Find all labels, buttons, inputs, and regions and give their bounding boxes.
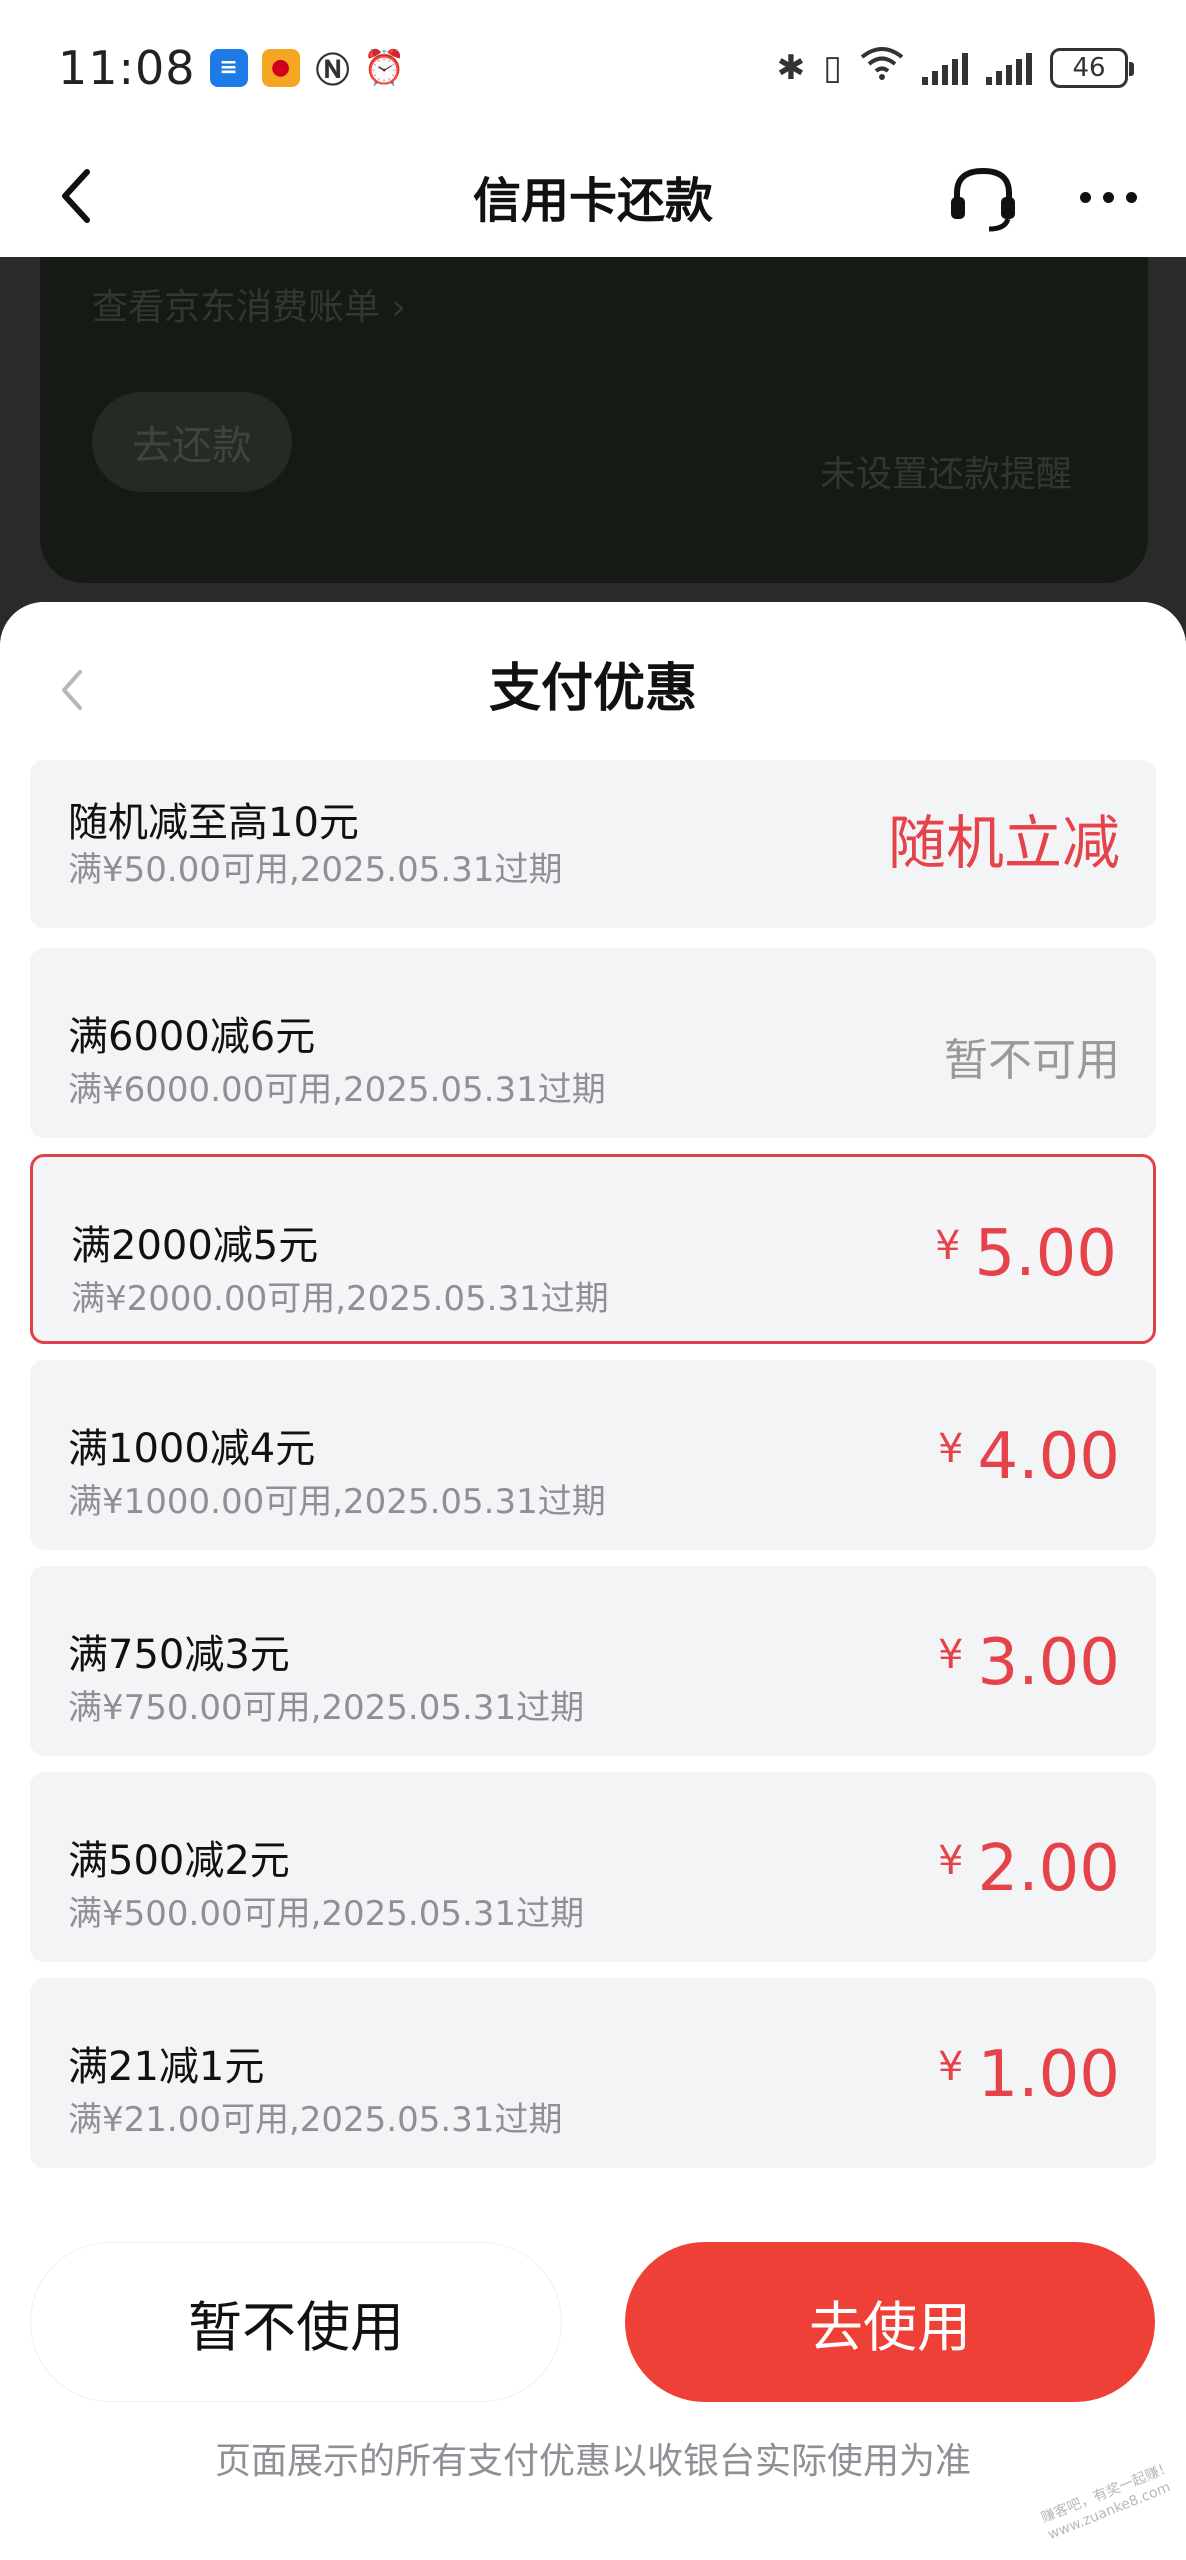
coupon-action: 随机立减 — [887, 809, 1120, 877]
coupon-desc: 满¥2000.00可用,2025.05.31过期 — [71, 1279, 609, 1319]
alarm-icon: ⏰ — [363, 47, 406, 88]
currency-symbol: ¥ — [938, 1426, 964, 1472]
coupon-item-750[interactable]: 满750减3元 满¥750.00可用,2025.05.31过期 ¥ 3.00 — [30, 1566, 1156, 1756]
back-button[interactable] — [40, 161, 110, 231]
coupon-amount-value: 5.00 — [974, 1217, 1118, 1291]
coupon-item-21[interactable]: 满21减1元 满¥21.00可用,2025.05.31过期 ¥ 1.00 — [30, 1978, 1156, 2168]
more-dot-icon — [1126, 191, 1137, 203]
customer-service-button[interactable] — [945, 163, 1021, 233]
payment-discount-sheet: 支付优惠 随机减至高10元 满¥50.00可用,2025.05.31过期 随机立… — [0, 602, 1186, 2560]
coupon-amount: ¥ 1.00 — [938, 2038, 1120, 2112]
currency-symbol: ¥ — [938, 1632, 964, 1678]
coupon-amount-value: 2.00 — [977, 1832, 1121, 1906]
coupon-desc: 满¥6000.00可用,2025.05.31过期 — [68, 1070, 606, 1110]
coupon-desc: 满¥750.00可用,2025.05.31过期 — [68, 1688, 585, 1728]
app-notification-icon: ≡ — [209, 48, 248, 87]
use-discount-button[interactable]: 去使用 — [625, 2242, 1155, 2402]
page-title: 信用卡还款 — [472, 173, 713, 229]
coupon-name: 满6000减6元 — [68, 1014, 316, 1060]
footer-note: 页面展示的所有支付优惠以收银台实际使用为准 — [214, 2441, 971, 2482]
coupon-name: 满750减3元 — [68, 1632, 290, 1678]
coupon-amount: ¥ 3.00 — [938, 1626, 1120, 1700]
vibrate-icon: ▯ — [823, 47, 842, 88]
coupon-amount-value: 1.00 — [977, 2038, 1121, 2112]
nav-bar: 信用卡还款 — [0, 135, 1186, 257]
coupon-name: 随机减至高10元 — [68, 800, 359, 846]
status-bar: 11:08 ≡ ● Ⓝ ⏰ ✱ ▯ 46 — [0, 0, 1186, 135]
coupon-amount-value: 3.00 — [977, 1626, 1121, 1700]
wifi-icon — [860, 45, 904, 90]
page: 11:08 ≡ ● Ⓝ ⏰ ✱ ▯ 46 信用卡还款 查看京东消费账单 › 去还… — [0, 0, 1186, 2560]
chevron-left-icon — [62, 169, 90, 223]
coupon-item-random[interactable]: 随机减至高10元 满¥50.00可用,2025.05.31过期 随机立减 — [30, 760, 1156, 928]
coupon-desc: 满¥500.00可用,2025.05.31过期 — [68, 1894, 585, 1934]
bluetooth-icon: ✱ — [776, 47, 806, 88]
coupon-name: 满21减1元 — [68, 2044, 265, 2090]
status-time: 11:08 — [58, 40, 196, 95]
coupon-item-500[interactable]: 满500减2元 满¥500.00可用,2025.05.31过期 ¥ 2.00 — [30, 1772, 1156, 1962]
bill-link: 查看京东消费账单 › — [92, 287, 406, 328]
skip-discount-button[interactable]: 暂不使用 — [30, 2242, 562, 2402]
coupon-amount: ¥ 5.00 — [935, 1217, 1117, 1291]
signal-icon-1 — [922, 51, 968, 85]
weibo-icon: ● — [261, 48, 300, 87]
currency-symbol: ¥ — [938, 1838, 964, 1884]
coupon-amount-value: 4.00 — [977, 1420, 1121, 1494]
coupon-name: 满1000减4元 — [68, 1426, 316, 1472]
coupon-item-2000[interactable]: 满2000减5元 满¥2000.00可用,2025.05.31过期 ¥ 5.00 — [30, 1154, 1156, 1344]
more-dot-icon — [1103, 191, 1114, 203]
coupon-name: 满2000减5元 — [71, 1223, 319, 1269]
battery-icon: 46 — [1050, 47, 1134, 88]
headset-icon — [951, 167, 1015, 232]
reminder-text: 未设置还款提醒 — [820, 454, 1073, 495]
coupon-unavailable-label: 暂不可用 — [944, 1035, 1120, 1086]
signal-icon-2 — [986, 51, 1032, 85]
coupon-desc: 满¥50.00可用,2025.05.31过期 — [68, 850, 563, 890]
coupon-desc: 满¥1000.00可用,2025.05.31过期 — [68, 1482, 606, 1522]
nfc-icon: Ⓝ — [315, 51, 350, 91]
battery-level: 46 — [1072, 52, 1106, 83]
coupon-name: 满500减2元 — [68, 1838, 290, 1884]
sheet-title: 支付优惠 — [488, 659, 697, 719]
more-button[interactable] — [1080, 175, 1150, 219]
coupon-amount: ¥ 2.00 — [938, 1832, 1120, 1906]
sheet-header: 支付优惠 — [0, 602, 1186, 774]
coupon-desc: 满¥21.00可用,2025.05.31过期 — [68, 2100, 563, 2140]
coupon-item-1000[interactable]: 满1000减4元 满¥1000.00可用,2025.05.31过期 ¥ 4.00 — [30, 1360, 1156, 1550]
currency-symbol: ¥ — [935, 1223, 961, 1269]
repay-button: 去还款 — [92, 392, 292, 492]
more-dot-icon — [1080, 191, 1091, 203]
coupon-item-6000: 满6000减6元 满¥6000.00可用,2025.05.31过期 暂不可用 — [30, 948, 1156, 1138]
coupon-amount: ¥ 4.00 — [938, 1420, 1120, 1494]
currency-symbol: ¥ — [938, 2044, 964, 2090]
